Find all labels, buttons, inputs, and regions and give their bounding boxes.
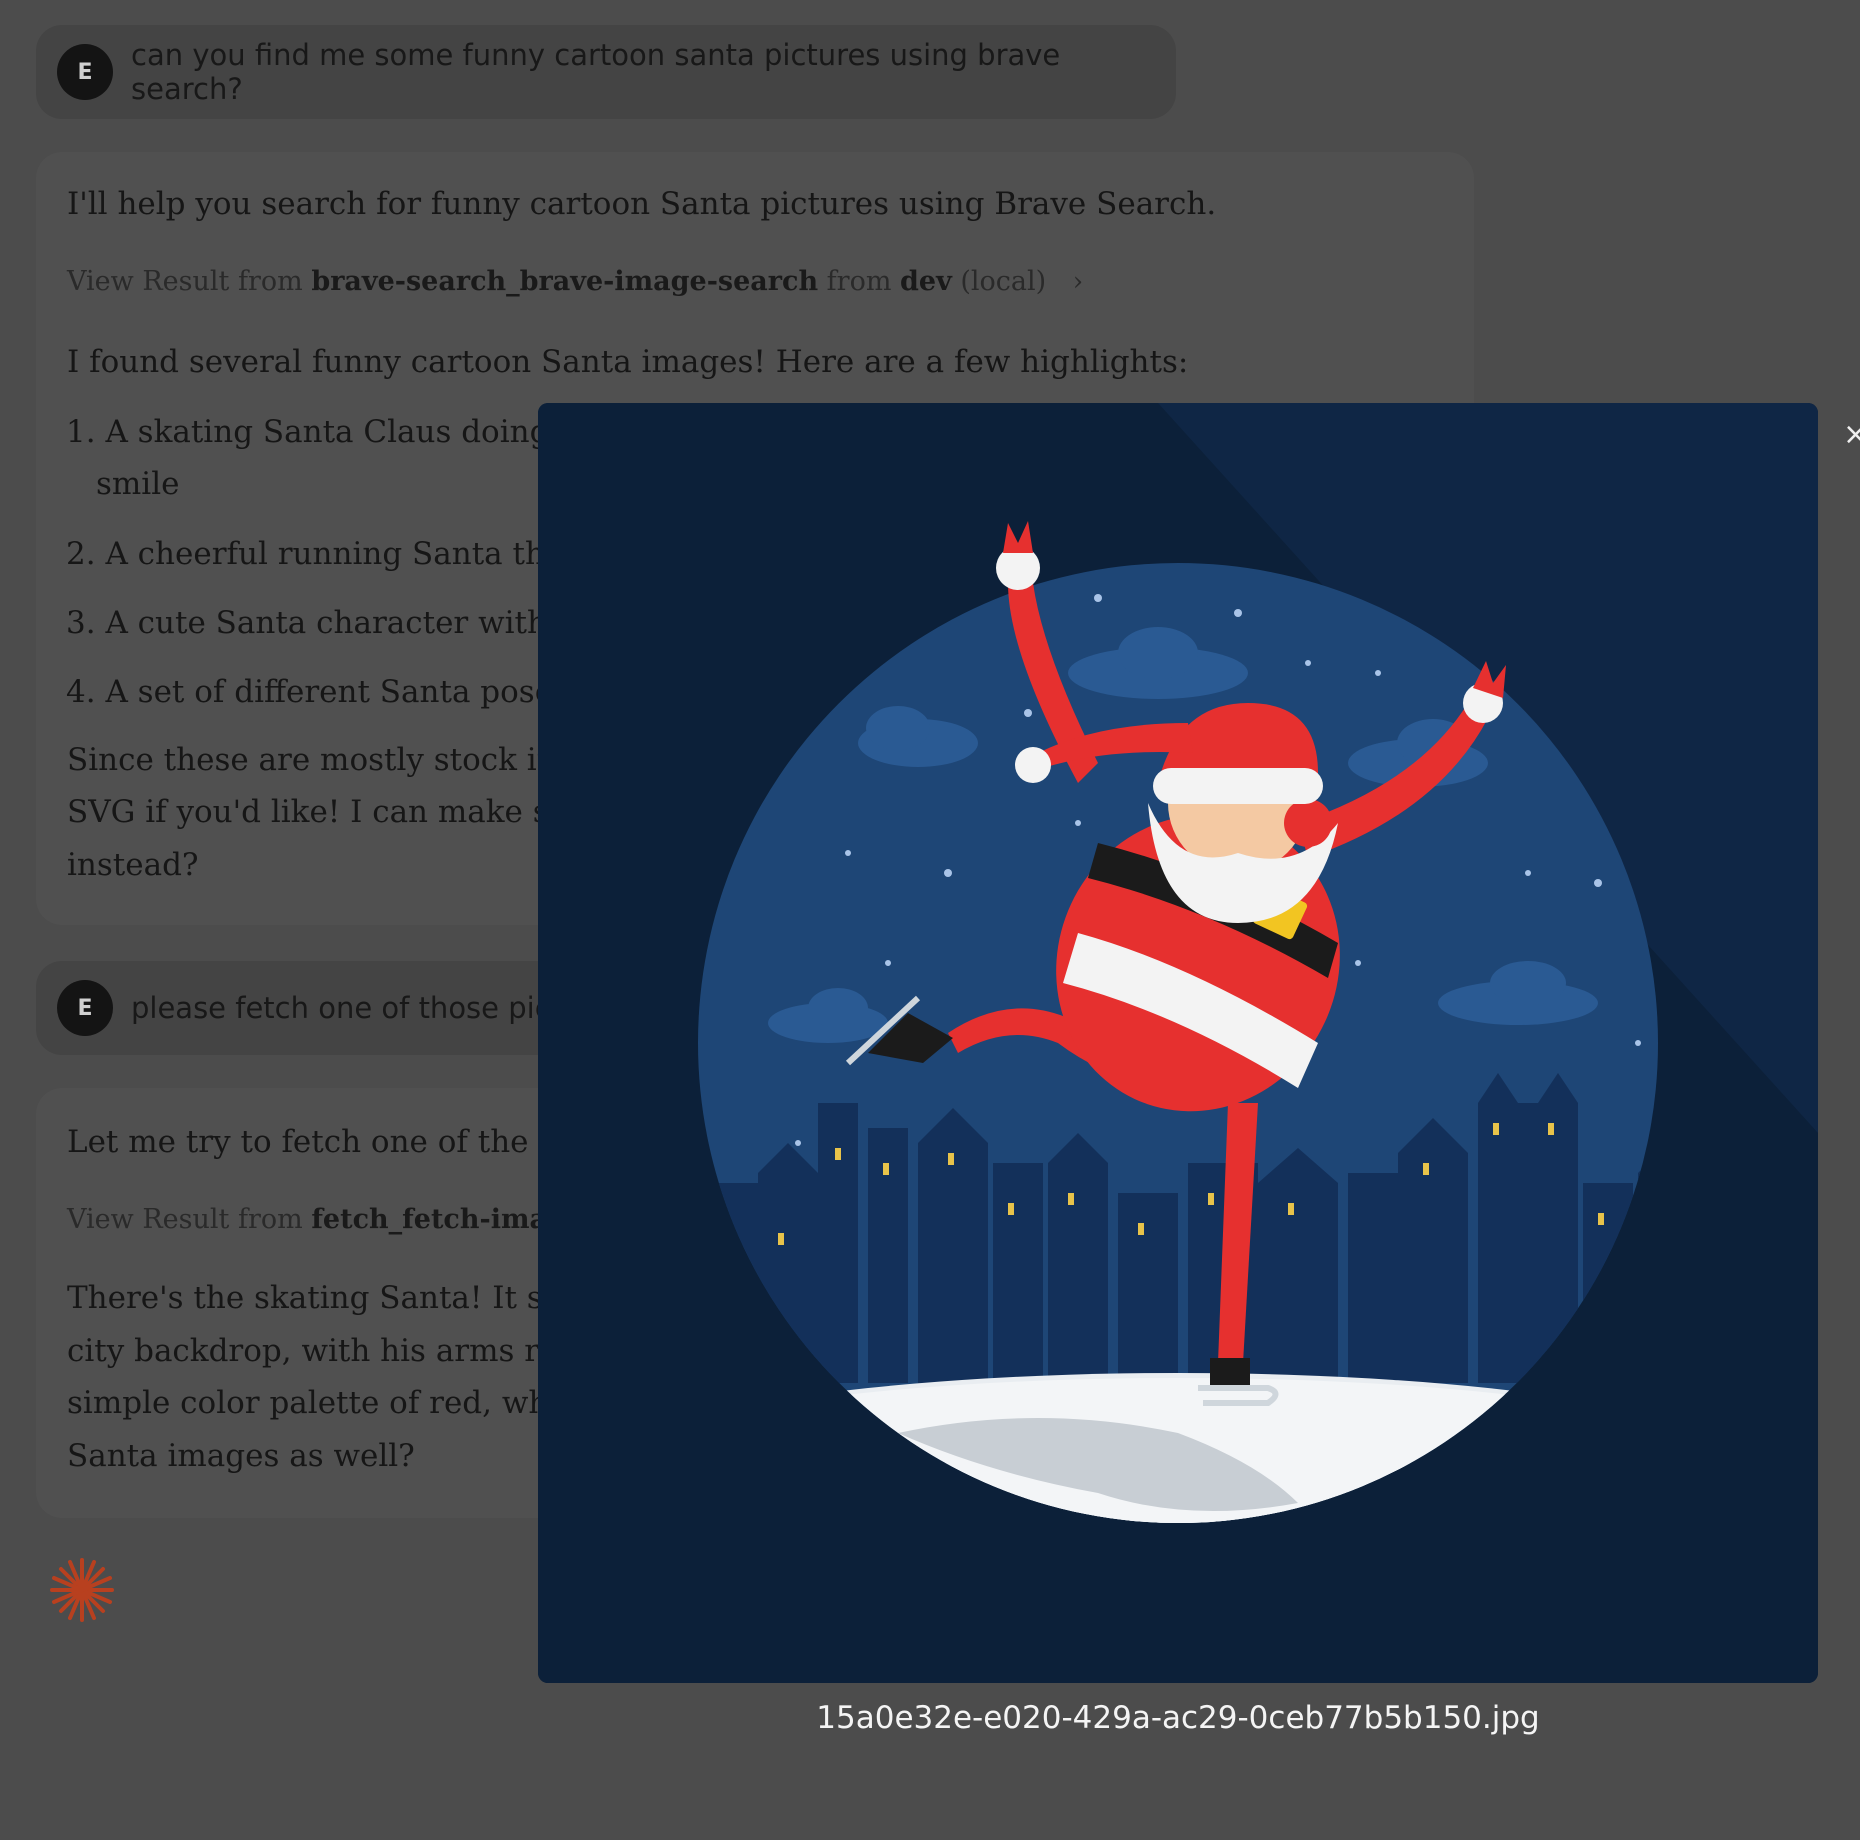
lightbox-image[interactable] [538,403,1818,1683]
tool-prefix: View Result from [67,1204,303,1235]
list-item: 1. A skating Santa Claus doing smile [66,406,550,510]
list-item: 3. A cute Santa character with a [66,597,576,649]
list-item: 2. A cheerful running Santa tha [66,528,564,580]
assistant-body-line: There's the skating Santa! It show [67,1280,608,1316]
user-avatar[interactable]: E [57,980,113,1036]
list-text: A set of different Santa poses [105,674,569,710]
tool-from: from [826,266,892,297]
user-message-1: E can you find me some funny cartoon san… [36,25,1176,119]
tool-prefix: View Result from [67,266,303,297]
list-number: 4. [66,674,96,710]
assistant-closing-line: SVG if you'd like! I can make som [67,794,597,830]
list-text-continued: smile [96,466,180,502]
user-message-2: E please fetch one of those pict [36,961,596,1055]
user-avatar[interactable]: E [57,44,113,100]
skating-santa-illustration [538,403,1818,1683]
tool-name: brave-search_brave-image-search [311,266,819,297]
assistant-body-line: city backdrop, with his arms raise [67,1333,602,1369]
user-message-text: please fetch one of those pict [131,991,563,1025]
list-number: 2. [66,536,96,572]
list-text: A cheerful running Santa tha [105,536,564,572]
list-item: 4. A set of different Santa poses [66,666,569,718]
claude-spark-icon [50,1558,114,1622]
image-filename: 15a0e32e-e020-429a-ac29-0ceb77b5b150.jpg [816,1700,1540,1736]
user-message-text: can you find me some funny cartoon santa… [131,38,1061,106]
list-number: 3. [66,605,96,641]
assistant-intro: I'll help you search for funny cartoon S… [67,186,1217,222]
tool-result-link[interactable]: View Result from fetch_fetch-image f [67,1204,602,1235]
assistant-body-line: simple color palette of red, white [67,1385,590,1421]
tool-server: dev [900,266,952,297]
close-icon[interactable]: × [1843,418,1860,452]
list-number: 1. [66,414,96,450]
tool-result-link[interactable]: View Result from brave-search_brave-imag… [67,266,1083,297]
chevron-right-icon[interactable]: › [1073,267,1083,297]
list-text: A skating Santa Claus doing [105,414,550,450]
list-text: A cute Santa character with a [105,605,576,641]
assistant-found-text: I found several funny cartoon Santa imag… [67,344,1189,380]
assistant-body-line: Santa images as well? [67,1438,415,1474]
assistant-intro: Let me try to fetch one of the ska [67,1124,592,1160]
assistant-closing-line: Since these are mostly stock ima [67,742,585,778]
assistant-closing-line: instead? [67,847,199,883]
tool-local: (local) [960,266,1047,297]
